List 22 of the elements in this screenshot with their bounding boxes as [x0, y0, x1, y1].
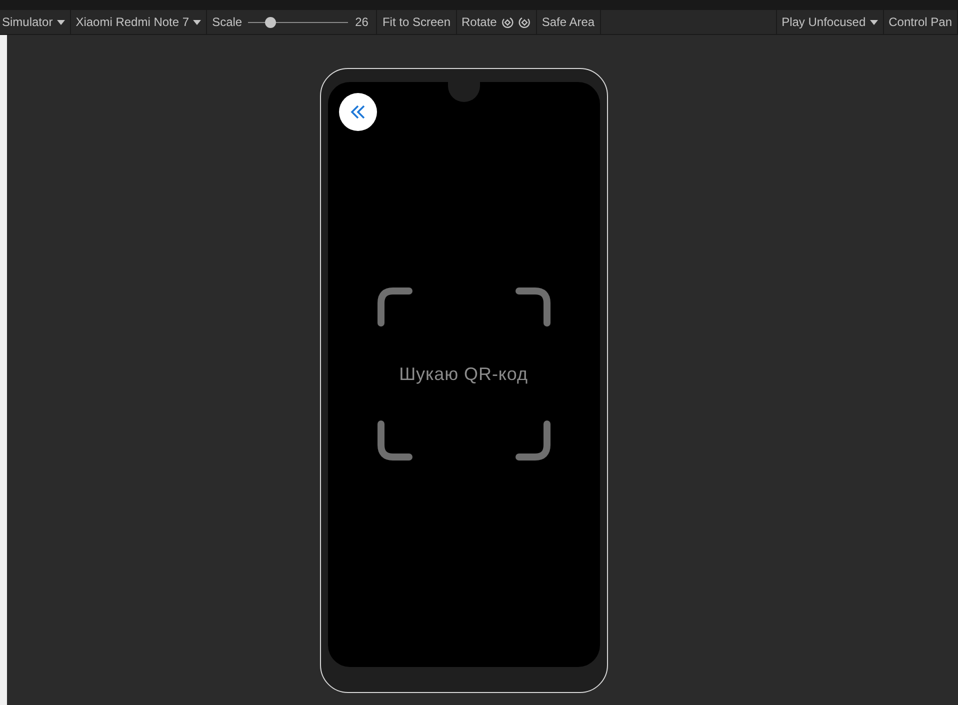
slider-thumb[interactable]: [265, 16, 276, 28]
rotate-left-button[interactable]: [500, 16, 514, 28]
rotate-right-button[interactable]: [518, 16, 531, 28]
rotate-left-icon: [500, 16, 514, 28]
scale-label: Scale: [212, 14, 242, 31]
rotate-right-icon: [518, 16, 531, 28]
notch: [448, 82, 480, 102]
dropdown[interactable]: Simulator: [0, 10, 71, 34]
toolbar-button[interactable]: Fit to Screen: [377, 10, 456, 34]
toolbar-button[interactable]: Safe Area: [536, 10, 601, 34]
dropdown[interactable]: Play Unfocused: [776, 10, 884, 34]
toolbar-button[interactable]: Control Pan: [884, 10, 958, 34]
scale-slider[interactable]: [248, 16, 348, 28]
rotate-label: Rotate: [462, 14, 497, 31]
double-chevron-left-icon: [348, 103, 366, 121]
dropdown[interactable]: Xiaomi Redmi Note 7: [70, 10, 208, 34]
dropdown-caret-icon: [56, 20, 65, 24]
scale-value: 26: [355, 14, 368, 31]
back-button[interactable]: [338, 93, 376, 131]
status-text: Шукаю QR-код: [399, 362, 528, 386]
dropdown-caret-icon: [870, 20, 878, 24]
dropdown-caret-icon: [193, 20, 202, 24]
